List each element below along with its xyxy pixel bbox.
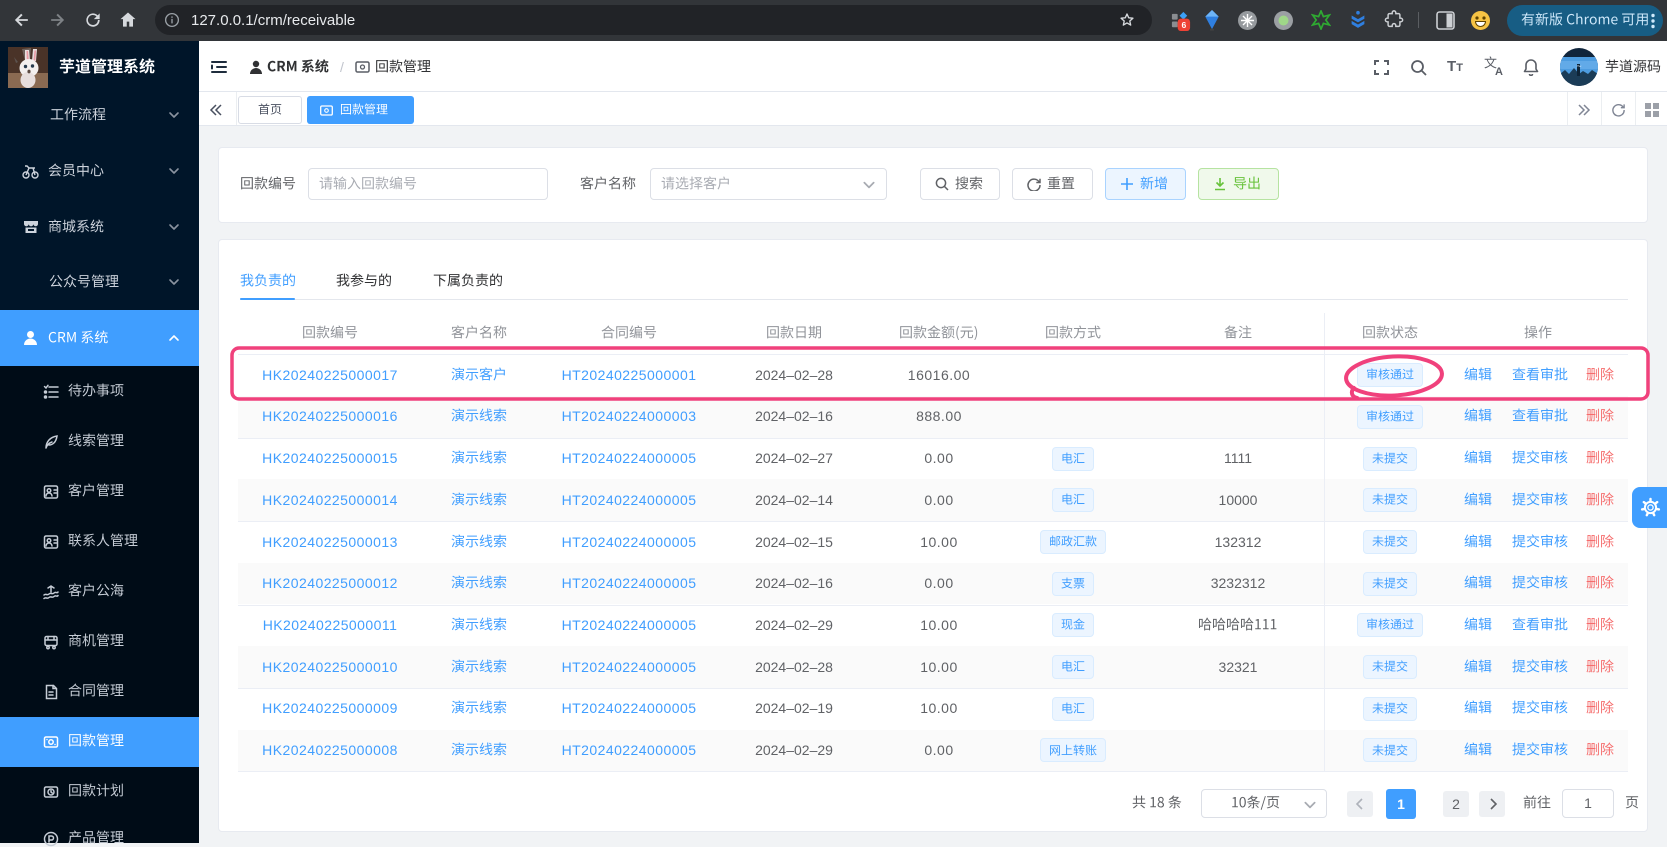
svg-text:~: ~ [1576,61,1581,71]
svg-text:6: 6 [1181,20,1186,30]
